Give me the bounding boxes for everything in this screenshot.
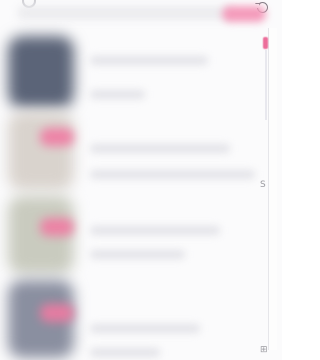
content-list — [0, 22, 262, 360]
item-badge — [40, 218, 74, 236]
item-thumbnail[interactable] — [8, 36, 74, 108]
scrollbar-line — [265, 50, 267, 120]
item-meta-line — [90, 90, 145, 99]
item-subtitle-line — [90, 348, 160, 357]
item-subtitle-line — [90, 250, 185, 259]
item-badge — [40, 128, 74, 146]
item-title-line — [90, 324, 200, 333]
item-title-line — [90, 144, 230, 153]
item-title-line — [90, 56, 208, 65]
tag-pill[interactable] — [222, 6, 266, 22]
item-subtitle-line — [90, 170, 255, 179]
scrollbar-track[interactable] — [268, 28, 277, 350]
list-item[interactable] — [0, 22, 262, 108]
page: S ⊞ — [0, 0, 282, 360]
item-thumbnail[interactable] — [8, 112, 74, 190]
scrollbar-thumb[interactable] — [263, 37, 268, 49]
item-title-line — [90, 226, 220, 235]
item-badge — [40, 304, 74, 322]
list-item[interactable] — [0, 274, 262, 358]
header-placeholder — [18, 6, 233, 20]
list-item[interactable] — [0, 190, 262, 274]
list-item[interactable] — [0, 106, 262, 190]
